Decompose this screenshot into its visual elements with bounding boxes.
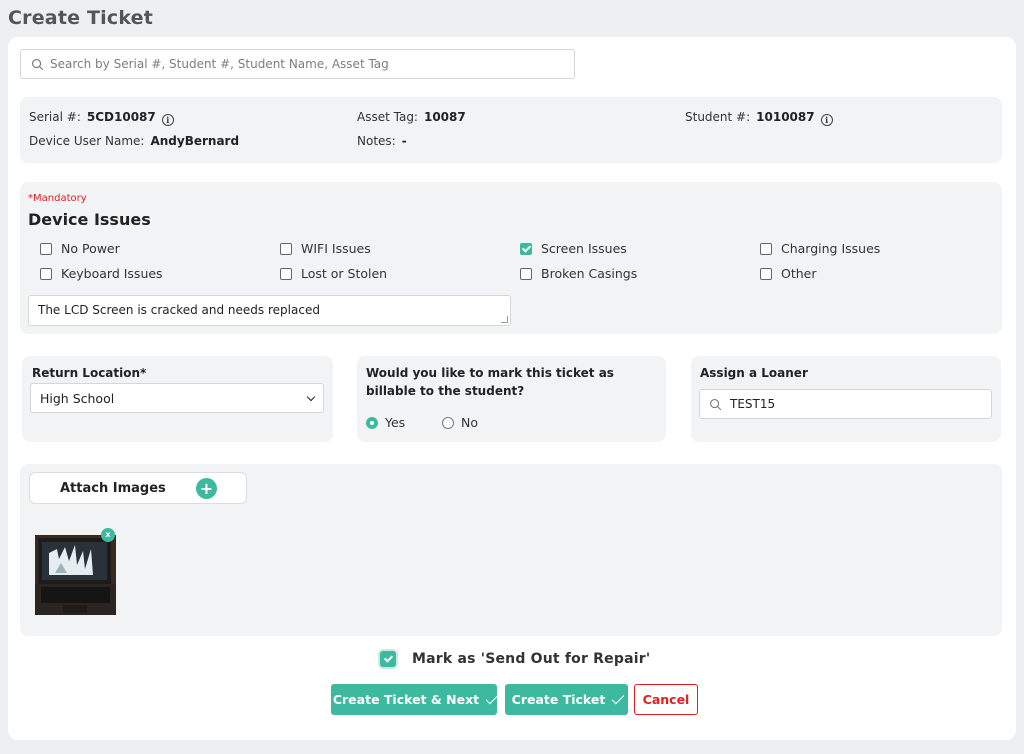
send-out-for-repair-label: Mark as 'Send Out for Repair' [412,651,651,667]
issue-label: Other [781,266,817,281]
search-icon [32,58,44,70]
checkbox[interactable] [520,267,532,280]
notes-info: Notes: - [357,134,407,148]
device-search-input[interactable] [50,57,574,71]
device-issues-title: Device Issues [28,210,151,229]
loaner-label: Assign a Loaner [700,366,808,380]
return-location-panel: Return Location* High School [22,356,333,442]
billable-no-label: No [461,415,478,430]
billable-panel: Would you like to mark this ticket as bi… [357,356,666,442]
chevron-down-icon [306,392,316,402]
asset-tag-label: Asset Tag: [357,110,418,124]
issue-label: Screen Issues [541,241,627,256]
attach-images-label: Attach Images [60,480,166,496]
plus-circle-icon[interactable]: + [196,478,217,499]
create-ticket-and-next-button[interactable]: Create Ticket & Next [331,684,499,715]
student-label: Student #: [685,110,751,124]
search-icon [710,398,722,410]
notes-label: Notes: [357,134,396,148]
create-ticket-label: Create Ticket [511,692,606,707]
checkbox[interactable] [760,242,772,255]
issue-lost-stolen[interactable]: Lost or Stolen [280,266,387,281]
device-issues-panel: *Mandatory Device Issues No Power WIFI I… [20,182,1002,334]
remove-image-icon[interactable]: x [101,528,115,542]
issue-charging[interactable]: Charging Issues [760,241,880,256]
info-icon[interactable]: i [161,114,174,126]
issue-other[interactable]: Other [760,266,817,281]
loaner-panel: Assign a Loaner TEST15 [691,356,1001,442]
create-ticket-card: Serial #: 5CD10087 i Asset Tag: 10087 Stude… [8,37,1016,740]
serial-value: 5CD10087 [86,110,156,124]
user-name-label: Device User Name: [29,134,145,148]
loaner-value: TEST15 [730,397,776,411]
page-title: Create Ticket [8,7,154,29]
asset-tag-value: 10087 [423,110,466,124]
asset-tag-info: Asset Tag: 10087 [357,110,466,124]
create-ticket-and-next-label: Create Ticket & Next [332,692,480,707]
device-search-box[interactable] [20,49,575,79]
cancel-label: Cancel [642,692,690,707]
return-location-value: High School [40,391,115,406]
billable-question: Would you like to mark this ticket as bi… [366,366,614,398]
serial-info: Serial #: 5CD10087 i [29,110,174,126]
checkbox[interactable] [760,267,772,280]
radio[interactable] [442,416,454,429]
return-location-select[interactable]: High School [30,383,324,413]
issue-label: No Power [61,241,120,256]
billable-no-radio[interactable]: No [442,415,478,430]
cancel-button[interactable]: Cancel [634,684,698,715]
resize-handle-icon[interactable] [501,316,508,323]
laptop-photo-image [35,535,116,615]
checkbox[interactable] [280,267,292,280]
checkbox-checked[interactable] [520,242,532,255]
issue-label: Broken Casings [541,266,638,281]
issue-label: Charging Issues [781,241,881,256]
billable-yes-label: Yes [385,415,406,430]
checkbox[interactable] [280,242,292,255]
mandatory-note: *Mandatory [28,193,87,204]
billable-yes-radio[interactable]: Yes [366,415,405,430]
issue-label: Lost or Stolen [301,266,388,281]
checkbox[interactable] [40,267,52,280]
user-name-info: Device User Name: AndyBernard [29,134,239,148]
loaner-search-input[interactable]: TEST15 [699,389,992,419]
checkmark-icon [485,691,499,704]
notes-value: - [401,134,407,148]
checkbox-checked[interactable] [380,651,396,667]
issue-screen[interactable]: Screen Issues [520,241,627,256]
checkmark-icon [611,691,625,704]
device-info-panel: Serial #: 5CD10087 i Asset Tag: 10087 Stude… [20,97,1002,163]
user-name-value: AndyBernard [150,134,240,148]
issue-description-textarea[interactable]: The LCD Screen is cracked and needs repl… [28,295,511,326]
attachments-panel: Attach Images + x [20,464,1002,636]
create-ticket-button[interactable]: Create Ticket [505,684,628,715]
student-info: Student #: 1010087 i [685,110,833,126]
issue-label: Keyboard Issues [61,266,163,281]
serial-label: Serial #: [29,110,81,124]
attached-image-thumbnail[interactable] [35,535,116,615]
issue-keyboard[interactable]: Keyboard Issues [40,266,163,281]
checkbox[interactable] [40,242,52,255]
radio-selected[interactable] [366,416,378,429]
issue-label: WIFI Issues [301,241,371,256]
issue-wifi[interactable]: WIFI Issues [280,241,371,256]
issue-no-power[interactable]: No Power [40,241,120,256]
student-value: 1010087 [756,110,815,124]
issue-broken-casings[interactable]: Broken Casings [520,266,637,281]
send-out-for-repair-checkbox[interactable]: Mark as 'Send Out for Repair' [380,651,650,667]
info-icon[interactable]: i [820,114,833,126]
attach-images-button[interactable]: Attach Images + [29,472,247,504]
return-location-label: Return Location* [32,366,147,380]
issue-description-text: The LCD Screen is cracked and needs repl… [38,303,320,317]
